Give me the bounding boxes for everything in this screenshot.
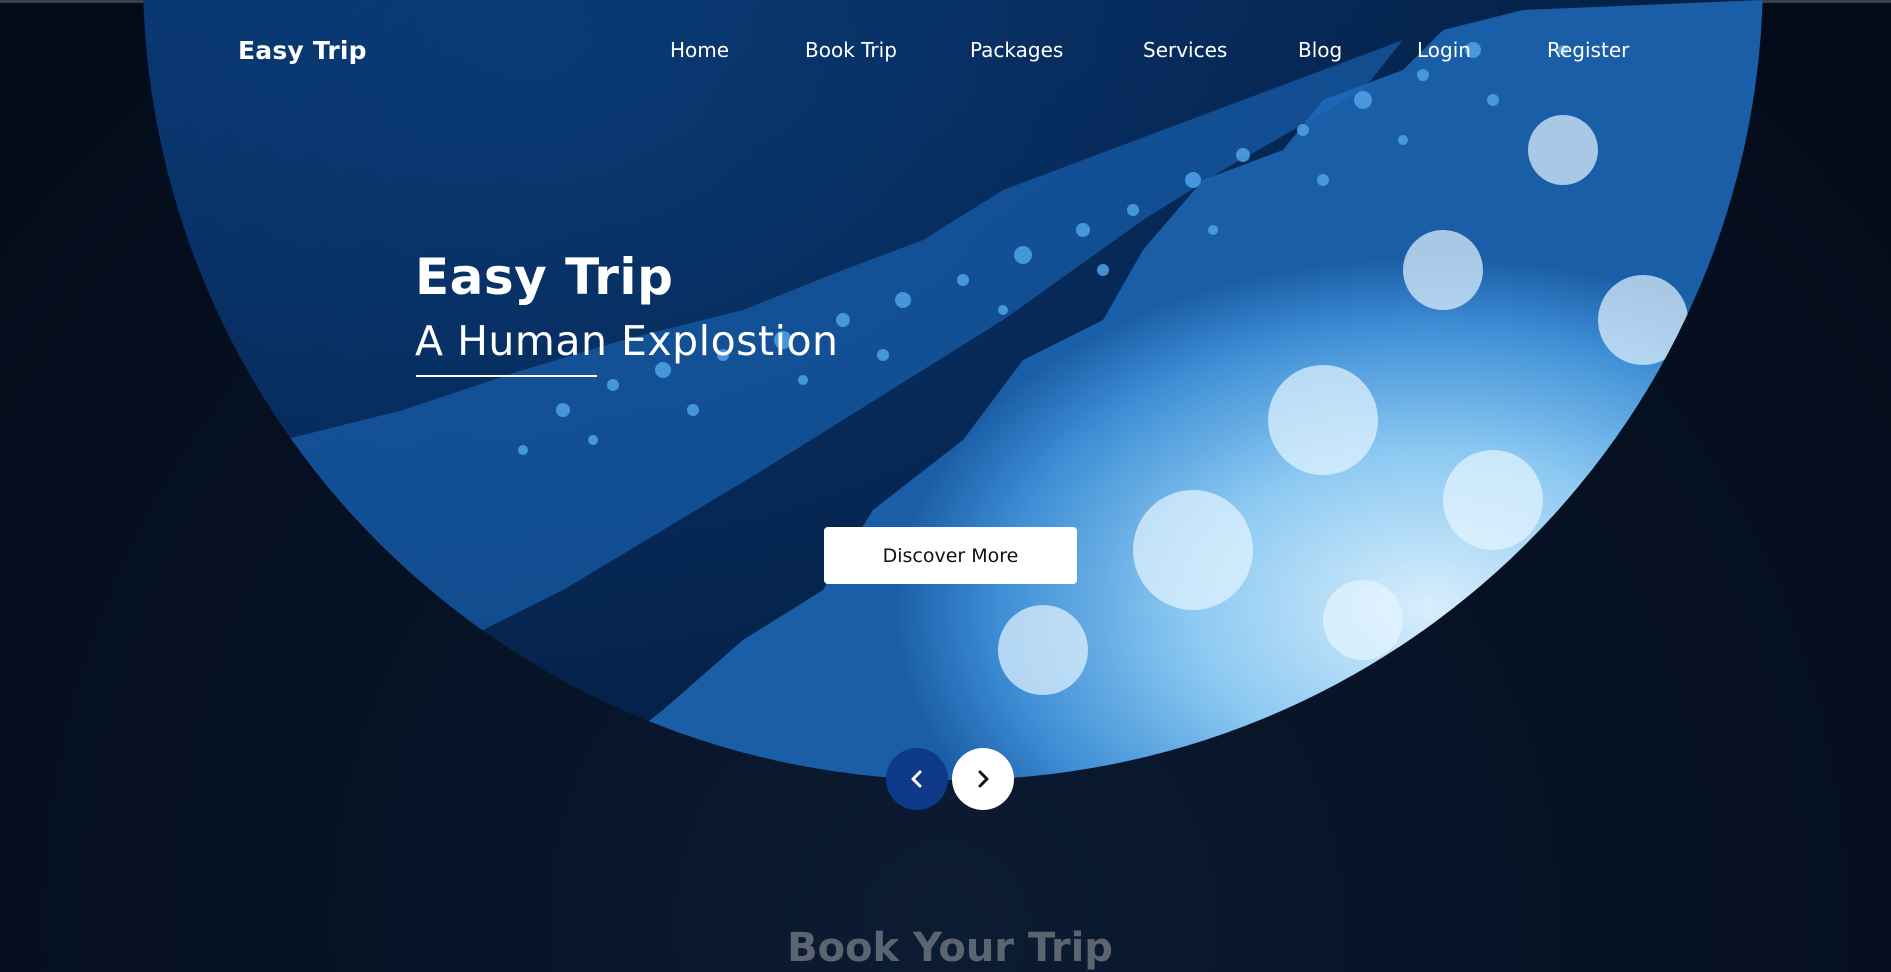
slider-prev-button[interactable] (886, 748, 948, 810)
nav-link-register[interactable]: Register (1547, 38, 1629, 62)
slider-next-button[interactable] (952, 748, 1014, 810)
site-logo[interactable]: Easy Trip (238, 36, 367, 65)
book-your-trip-heading: Book Your Trip (787, 925, 1113, 971)
hero-image (143, 0, 1763, 780)
landing-page: Easy Trip Home Book Trip Packages Servic… (0, 0, 1891, 972)
hero-title: Easy Trip (415, 248, 674, 306)
chevron-left-icon (911, 770, 922, 788)
nav-link-login[interactable]: Login (1417, 38, 1471, 62)
hero-underline (416, 375, 597, 377)
nav-link-services[interactable]: Services (1143, 38, 1227, 62)
nav-link-blog[interactable]: Blog (1298, 38, 1342, 62)
ocean-wave-illustration (143, 0, 1763, 780)
nav-link-packages[interactable]: Packages (970, 38, 1063, 62)
hero-subtitle: A Human Explostion (415, 317, 839, 365)
top-navigation: Easy Trip Home Book Trip Packages Servic… (0, 0, 1891, 105)
nav-link-home[interactable]: Home (670, 38, 729, 62)
chevron-right-icon (978, 770, 989, 788)
discover-more-button[interactable]: Discover More (824, 527, 1077, 584)
nav-link-book-trip[interactable]: Book Trip (805, 38, 897, 62)
